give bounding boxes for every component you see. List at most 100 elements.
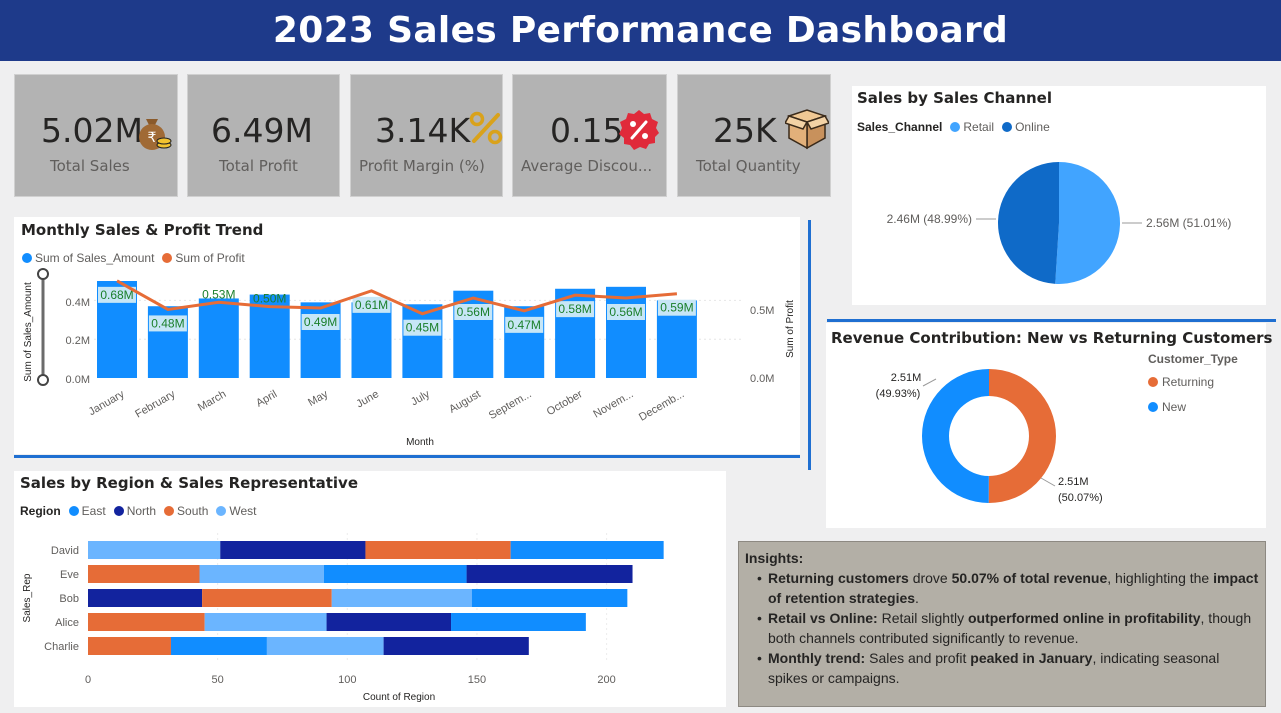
divider	[14, 455, 800, 458]
y-tick-label: Charlie	[44, 641, 79, 653]
bar-segment-south	[202, 589, 332, 607]
bar-segment-east	[323, 565, 467, 583]
bar-segment-east	[471, 589, 628, 607]
insight-text: , highlighting the	[1107, 570, 1214, 586]
x-tick-label: 50	[212, 674, 224, 686]
x-axis-title: Month	[406, 437, 434, 448]
kpi-card-total-profit[interactable]: 6.49M Total Profit	[187, 74, 340, 197]
sales-bar	[402, 304, 443, 378]
kpi-card-total-sales[interactable]: 5.02M Total Sales ₹	[14, 74, 178, 197]
divider	[827, 319, 1276, 322]
y-axis-left-title: Sum of Sales_Amount	[23, 282, 34, 382]
x-tick-label: October	[545, 388, 585, 418]
bar-segment-south	[365, 541, 511, 559]
insight-emphasis: Retail vs Online:	[768, 610, 878, 626]
profit-data-label: 0.50M	[253, 292, 286, 306]
sales-channel-panel: Sales by Sales Channel Sales_Channel Ret…	[852, 86, 1266, 305]
x-tick-label: 0	[85, 674, 91, 686]
sales-bar	[606, 286, 646, 378]
x-tick-label: August	[447, 388, 483, 416]
kpi-label: Total Profit	[219, 157, 298, 175]
donut-label-returning-pct: (50.07%)	[1058, 492, 1103, 504]
pie-data-label-online: 2.46M (48.99%)	[887, 212, 972, 226]
insights-box: Insights: Returning customers drove 50.0…	[738, 541, 1266, 707]
bar-segment-west	[204, 613, 327, 631]
region-stacked-bar-chart: Sales_Rep Count of Region 0 50 100 150 200 Da…	[22, 533, 664, 703]
kpi-label: Profit Margin (%)	[359, 157, 485, 175]
zoom-slider-handle-bottom[interactable]	[37, 374, 49, 386]
x-tick-label: July	[409, 388, 432, 408]
bar-segment-west	[331, 589, 472, 607]
kpi-label: Total Sales	[50, 157, 130, 175]
kpi-card-average-discount[interactable]: 0.15 Average Discou...	[512, 74, 667, 197]
money-bag-icon: ₹	[139, 119, 172, 150]
kpi-card-total-quantity[interactable]: 25K Total Quantity	[677, 74, 831, 197]
insight-text: Sales and profit	[865, 650, 971, 666]
zoom-slider-handle-top[interactable]	[37, 268, 49, 280]
monthly-chart: Sum of Sales_Amount Sum of Profit 0.4M 0…	[23, 268, 796, 448]
kpi-card-profit-margin[interactable]: 3.14K Profit Margin (%)	[350, 74, 503, 197]
x-tick-label: Novem...	[591, 388, 635, 420]
profit-data-label: 0.48M	[151, 316, 184, 330]
insights-title: Insights:	[745, 550, 804, 566]
y-tick-label: Eve	[60, 569, 79, 581]
insight-bullet: Returning customers drove 50.07% of tota…	[745, 568, 1259, 608]
y-tick-left: 0.0M	[66, 374, 90, 386]
donut-label-new-value: 2.51M	[891, 372, 922, 384]
sales-bar	[300, 302, 341, 378]
y-tick-left: 0.4M	[66, 297, 90, 309]
bar-segment-north	[326, 613, 452, 631]
x-tick-label: 150	[468, 674, 486, 686]
x-tick-label: May	[306, 388, 330, 409]
sales-bar	[351, 302, 392, 378]
pie-slice-online	[998, 162, 1059, 284]
insight-text: drove	[908, 570, 952, 586]
x-tick-label: June	[354, 388, 381, 410]
bar-segment-north	[466, 565, 633, 583]
bar-segment-west	[199, 565, 324, 583]
kpi-label: Total Quantity	[696, 157, 801, 175]
insight-bullet: Retail vs Online: Retail slightly outper…	[745, 608, 1259, 648]
kpi-value: 0.15	[550, 111, 624, 150]
y-tick-label: David	[51, 545, 79, 557]
x-tick-label: Decemb...	[637, 388, 686, 423]
donut-label-returning-value: 2.51M	[1058, 476, 1089, 488]
insight-emphasis: 50.07% of total revenue	[951, 570, 1108, 586]
profit-data-label: 0.56M	[609, 305, 642, 319]
donut-slice-new	[921, 369, 989, 503]
bar-segment-east	[451, 613, 586, 631]
kpi-value: 25K	[713, 111, 777, 150]
donut-chart: 2.51M (49.93%) 2.51M (50.07%)	[876, 369, 1103, 504]
pie-chart: 2.56M (51.01%) 2.46M (48.99%)	[887, 162, 1231, 284]
profit-data-label: 0.53M	[202, 287, 235, 301]
y-axis-title: Sales_Rep	[22, 573, 33, 622]
bar-segment-south	[88, 613, 205, 631]
pie-slice-retail	[1055, 162, 1121, 284]
y-tick-right: 0.0M	[750, 373, 774, 385]
box-icon	[785, 109, 829, 150]
x-tick-label: February	[133, 388, 178, 421]
x-axis-title: Count of Region	[363, 692, 435, 703]
y-tick-right: 0.5M	[750, 305, 774, 317]
sales-bar	[198, 298, 239, 378]
pie-data-label-retail: 2.56M (51.01%)	[1146, 216, 1231, 230]
kpi-value: 6.49M	[211, 111, 313, 150]
profit-data-label: 0.58M	[558, 302, 591, 316]
donut-label-new-pct: (49.93%)	[876, 388, 921, 400]
page-title: 2023 Sales Performance Dashboard	[272, 10, 1009, 51]
insight-text: .	[915, 590, 919, 606]
profit-data-label: 0.45M	[406, 321, 439, 335]
x-tick-label: 100	[338, 674, 356, 686]
x-tick-label: April	[254, 388, 279, 409]
insight-emphasis: outperformed online in profitability	[967, 610, 1201, 626]
bar-segment-north	[383, 637, 529, 655]
kpi-value: 3.14K	[375, 111, 471, 150]
y-tick-label: Bob	[59, 593, 79, 605]
customer-type-panel: Revenue Contribution: New vs Returning C…	[826, 323, 1272, 528]
bar-segment-west	[88, 541, 221, 559]
bar-segment-north	[220, 541, 366, 559]
bar-segment-south	[88, 565, 200, 583]
x-tick-label: January	[87, 388, 127, 418]
dashboard-header: 2023 Sales Performance Dashboard	[0, 0, 1281, 61]
insight-bullet: Monthly trend: Sales and profit peaked i…	[745, 648, 1259, 688]
